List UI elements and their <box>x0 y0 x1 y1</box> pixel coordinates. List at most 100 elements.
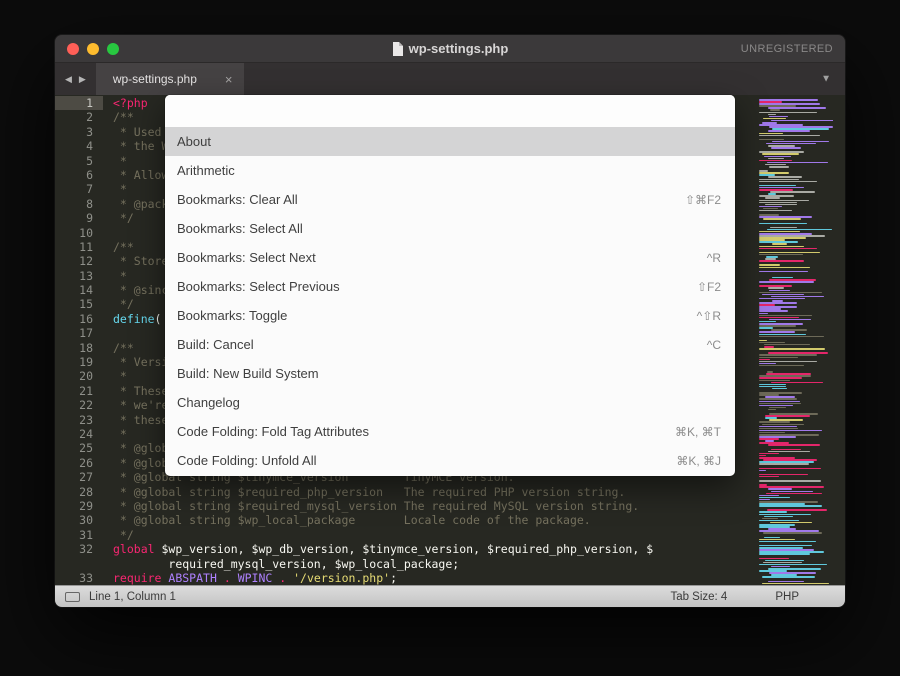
minimap-line <box>757 137 833 139</box>
code-token: /** <box>113 240 134 254</box>
minimap-line <box>768 114 776 116</box>
palette-item[interactable]: Bookmarks: Select Previous⇧F2 <box>165 272 735 301</box>
palette-list: AboutArithmeticBookmarks: Clear All⇧⌘F2B… <box>165 127 735 475</box>
code-token: */ <box>113 211 134 225</box>
palette-item-shortcut: ^R <box>707 251 721 265</box>
minimap-line <box>759 336 824 338</box>
palette-item[interactable]: Bookmarks: Clear All⇧⌘F2 <box>165 185 735 214</box>
minimap-line <box>759 246 804 248</box>
minimap-line <box>768 287 785 289</box>
code-token: * <box>113 369 127 383</box>
minimap-line <box>764 537 780 539</box>
code-line[interactable]: * @global string $wp_local_package Local… <box>113 513 757 527</box>
minimap-line <box>759 133 783 135</box>
minimap-line <box>759 202 797 204</box>
prev-tab-button[interactable]: ◀ <box>65 74 72 85</box>
minimap-line <box>763 562 802 564</box>
close-button[interactable] <box>67 43 79 55</box>
panel-toggle-icon[interactable] <box>65 592 80 602</box>
minimap-line <box>762 153 798 155</box>
minimap-line <box>757 447 833 449</box>
palette-item-label: Arithmetic <box>177 163 235 178</box>
palette-item[interactable]: Code Folding: Unfold All⌘K, ⌘J <box>165 446 735 475</box>
cursor-position: Line 1, Column 1 <box>89 591 176 603</box>
gutter-line-number: 27 <box>55 470 103 484</box>
palette-item[interactable]: Changelog <box>165 388 735 417</box>
code-token: require <box>113 571 161 585</box>
code-token: $wp_version <box>161 542 237 556</box>
status-bar: Line 1, Column 1 Tab Size: 4 PHP <box>55 585 845 607</box>
minimap[interactable] <box>757 95 833 585</box>
minimap-line <box>759 463 809 465</box>
minimap-line <box>771 491 814 493</box>
gutter-line-number: 31 <box>55 528 103 542</box>
code-token: , <box>473 542 487 556</box>
minimap-line <box>771 382 822 384</box>
minimap-line <box>759 539 795 541</box>
minimap-line <box>770 191 815 193</box>
palette-item[interactable]: Arithmetic <box>165 156 735 185</box>
palette-item[interactable]: Build: New Build System <box>165 359 735 388</box>
gutter-line-number: 7 <box>55 182 103 196</box>
minimap-line <box>771 120 833 122</box>
palette-item[interactable]: Build: Cancel^C <box>165 330 735 359</box>
palette-item[interactable]: About <box>165 127 735 156</box>
palette-item-shortcut: ^C <box>707 338 721 352</box>
minimap-line <box>759 181 817 183</box>
minimap-line <box>759 359 770 361</box>
minimap-line <box>759 480 821 482</box>
tab-size-indicator[interactable]: Tab Size: 4 <box>670 591 727 603</box>
syntax-indicator[interactable]: PHP <box>775 591 799 603</box>
palette-item-label: Bookmarks: Select Next <box>177 250 316 265</box>
minimap-line <box>757 555 833 557</box>
minimap-line <box>757 472 833 474</box>
minimap-line <box>759 267 810 269</box>
palette-item[interactable]: Bookmarks: Toggle^⇧R <box>165 301 735 330</box>
palette-item-shortcut: ⌘K, ⌘T <box>675 425 721 439</box>
gutter-line-number: 26 <box>55 456 103 470</box>
window-title-group: wp-settings.php <box>55 41 845 56</box>
tab-overflow-icon[interactable]: ▼ <box>821 74 831 85</box>
minimap-line <box>759 223 807 225</box>
minimap-line <box>759 248 817 250</box>
gutter-line-number: 1 <box>55 96 103 110</box>
code-line[interactable]: global $wp_version, $wp_db_version, $tin… <box>113 542 757 556</box>
code-line[interactable]: * @global string $required_mysql_version… <box>113 499 757 513</box>
minimize-button[interactable] <box>87 43 99 55</box>
palette-item[interactable]: Bookmarks: Select All <box>165 214 735 243</box>
code-token: '/version.php' <box>293 571 390 585</box>
code-token: * <box>113 427 127 441</box>
code-line[interactable]: * @global string $required_php_version T… <box>113 485 757 499</box>
gutter-line-number: 24 <box>55 427 103 441</box>
code-token: required_mysql_version <box>168 557 320 571</box>
tab-wp-settings[interactable]: wp-settings.php × <box>96 63 245 95</box>
next-tab-button[interactable]: ▶ <box>79 74 86 85</box>
gutter-line-number: 14 <box>55 283 103 297</box>
code-token: * @global string $wp_local_package Local… <box>113 513 591 527</box>
code-token: $required_php_version <box>487 542 632 556</box>
minimap-line <box>763 218 802 220</box>
minimap-line <box>759 112 817 114</box>
palette-item[interactable]: Code Folding: Fold Tag Attributes⌘K, ⌘T <box>165 417 735 446</box>
gutter-line-number: 10 <box>55 226 103 240</box>
tab-close-icon[interactable]: × <box>225 72 233 87</box>
minimap-line <box>759 403 801 405</box>
palette-item[interactable]: Bookmarks: Select Next ^R <box>165 243 735 272</box>
zoom-button[interactable] <box>107 43 119 55</box>
code-line[interactable]: */ <box>113 528 757 542</box>
minimap-line <box>757 338 833 340</box>
minimap-line <box>759 292 822 294</box>
minimap-line <box>759 310 788 312</box>
minimap-line <box>759 357 798 359</box>
minimap-line <box>759 264 780 266</box>
code-line[interactable]: required_mysql_version, $wp_local_packag… <box>113 557 757 571</box>
document-icon <box>392 42 403 56</box>
titlebar[interactable]: wp-settings.php UNREGISTERED <box>55 35 845 63</box>
gutter-line-number: 12 <box>55 254 103 268</box>
code-line[interactable]: require ABSPATH . WPINC . '/version.php'… <box>113 571 757 585</box>
code-token: /** <box>113 341 134 355</box>
minimap-line <box>757 269 833 271</box>
palette-search-input[interactable] <box>165 95 735 127</box>
minimap-line <box>772 243 787 245</box>
code-token: */ <box>113 297 134 311</box>
